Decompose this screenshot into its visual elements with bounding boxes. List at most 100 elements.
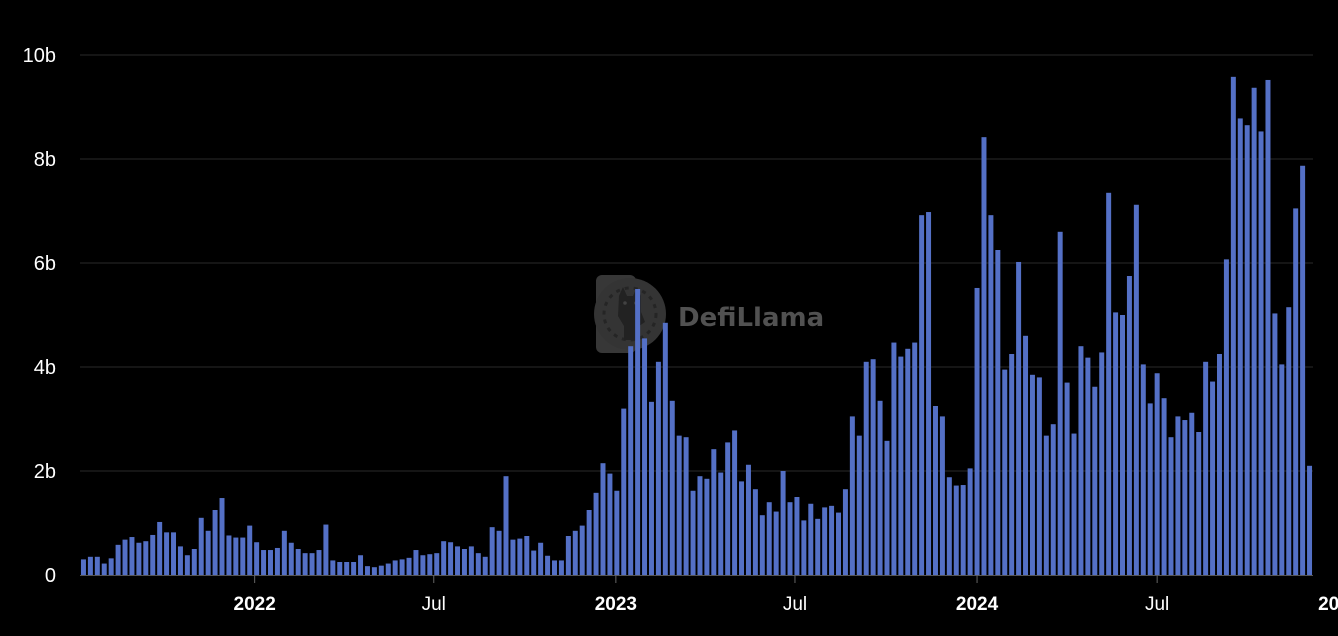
bar[interactable]: [240, 537, 246, 575]
bar[interactable]: [600, 463, 606, 575]
bar[interactable]: [1244, 125, 1250, 575]
bar[interactable]: [191, 549, 197, 575]
bar[interactable]: [995, 250, 1001, 575]
bar[interactable]: [1175, 416, 1181, 575]
bar[interactable]: [461, 549, 467, 575]
bar[interactable]: [745, 464, 751, 575]
bar[interactable]: [1064, 382, 1070, 575]
bar[interactable]: [330, 560, 336, 575]
bar[interactable]: [1092, 386, 1098, 575]
bar[interactable]: [1043, 435, 1049, 575]
bar[interactable]: [524, 536, 530, 575]
bar[interactable]: [136, 542, 142, 575]
bar[interactable]: [455, 546, 461, 575]
bar[interactable]: [1210, 381, 1216, 575]
bar[interactable]: [143, 541, 149, 575]
bar[interactable]: [531, 550, 537, 575]
bar[interactable]: [856, 435, 862, 575]
bar[interactable]: [891, 342, 897, 575]
bar[interactable]: [1216, 354, 1222, 575]
bar[interactable]: [1154, 373, 1160, 575]
bar[interactable]: [718, 472, 724, 575]
bar[interactable]: [683, 437, 689, 575]
bar[interactable]: [351, 562, 357, 575]
bar[interactable]: [358, 555, 364, 575]
bar[interactable]: [648, 401, 654, 575]
bar[interactable]: [150, 534, 156, 575]
bar[interactable]: [1078, 346, 1084, 575]
bar[interactable]: [884, 440, 890, 575]
bar[interactable]: [337, 562, 343, 575]
bar[interactable]: [960, 485, 966, 575]
bar[interactable]: [558, 560, 564, 575]
bar[interactable]: [863, 361, 869, 575]
bar[interactable]: [1002, 369, 1008, 575]
bar[interactable]: [794, 497, 800, 575]
bar[interactable]: [323, 524, 329, 575]
bar[interactable]: [157, 521, 163, 575]
bar[interactable]: [385, 563, 391, 575]
bar[interactable]: [780, 471, 786, 575]
bar[interactable]: [309, 553, 315, 575]
bar[interactable]: [371, 567, 377, 575]
bar[interactable]: [572, 530, 578, 575]
bar[interactable]: [669, 400, 675, 575]
bar[interactable]: [1023, 335, 1029, 575]
bar[interactable]: [1168, 437, 1174, 575]
bar[interactable]: [545, 555, 551, 575]
bar[interactable]: [129, 537, 135, 575]
bar[interactable]: [364, 566, 370, 575]
bar[interactable]: [766, 502, 772, 575]
bar[interactable]: [1203, 361, 1209, 575]
bar[interactable]: [946, 477, 952, 575]
bar[interactable]: [752, 489, 758, 575]
bar[interactable]: [101, 563, 107, 575]
bar[interactable]: [905, 348, 911, 575]
bar[interactable]: [184, 555, 190, 575]
bar[interactable]: [503, 476, 509, 575]
bar[interactable]: [1223, 259, 1229, 575]
bar[interactable]: [1251, 87, 1257, 575]
bar[interactable]: [932, 406, 938, 575]
bar[interactable]: [482, 556, 488, 575]
bar[interactable]: [953, 485, 959, 575]
bar[interactable]: [87, 556, 93, 575]
bar[interactable]: [274, 547, 280, 575]
bar[interactable]: [448, 542, 454, 575]
bar[interactable]: [171, 532, 177, 575]
bar[interactable]: [676, 435, 682, 575]
bar[interactable]: [1016, 261, 1022, 575]
bar[interactable]: [115, 544, 121, 575]
bar[interactable]: [1099, 352, 1105, 575]
bar[interactable]: [1050, 424, 1056, 575]
bar[interactable]: [261, 550, 267, 575]
bar[interactable]: [441, 541, 447, 575]
bar[interactable]: [108, 558, 114, 575]
bar[interactable]: [1272, 313, 1278, 575]
bar[interactable]: [1307, 465, 1313, 575]
bar[interactable]: [565, 536, 571, 575]
bar[interactable]: [80, 559, 86, 575]
bar[interactable]: [517, 538, 523, 575]
bar[interactable]: [1009, 354, 1015, 575]
bar[interactable]: [94, 556, 100, 575]
bar[interactable]: [579, 525, 585, 575]
bar[interactable]: [898, 356, 904, 575]
bar[interactable]: [912, 342, 918, 575]
bar[interactable]: [219, 498, 225, 575]
bar[interactable]: [552, 560, 557, 575]
bar[interactable]: [468, 546, 474, 575]
bar[interactable]: [1085, 357, 1091, 575]
bar[interactable]: [1161, 398, 1167, 575]
bar[interactable]: [164, 532, 170, 575]
bar[interactable]: [1071, 433, 1077, 575]
bar[interactable]: [1230, 76, 1236, 575]
bar[interactable]: [829, 505, 835, 575]
bar[interactable]: [870, 359, 876, 575]
bar[interactable]: [122, 539, 128, 575]
bar[interactable]: [593, 492, 599, 575]
bar[interactable]: [926, 212, 932, 576]
bar[interactable]: [316, 550, 322, 575]
bar[interactable]: [1182, 420, 1188, 575]
bar[interactable]: [836, 512, 841, 575]
